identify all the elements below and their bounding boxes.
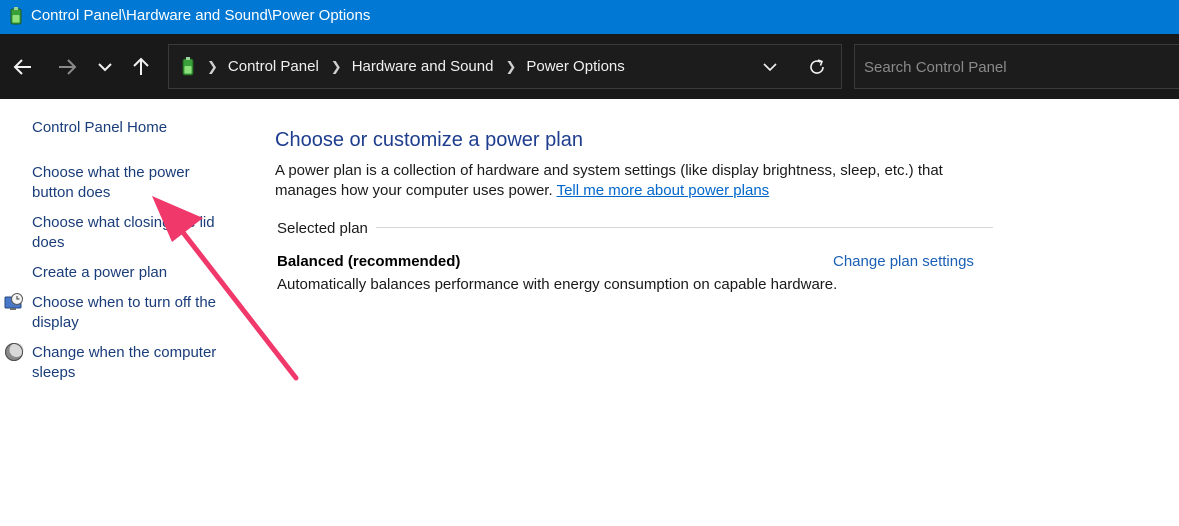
sidebar-item-control-panel-home[interactable]: Control Panel Home: [32, 118, 232, 138]
arrow-left-icon: [13, 59, 31, 75]
selected-plan-label: Selected plan: [277, 219, 376, 239]
arrow-right-icon: [59, 59, 77, 75]
forward-button[interactable]: [54, 54, 80, 80]
window-title: Control Panel\Hardware and Sound\Power O…: [31, 7, 371, 24]
sidebar-item-turn-off-display[interactable]: Choose when to turn off the display: [32, 293, 232, 333]
back-button[interactable]: [10, 54, 36, 80]
up-button[interactable]: [128, 54, 154, 80]
address-bar[interactable]: ❯ Control Panel ❯ Hardware and Sound ❯ P…: [168, 44, 842, 89]
address-dropdown-button[interactable]: [759, 57, 781, 77]
sidebar-item-create-power-plan[interactable]: Create a power plan: [32, 263, 232, 283]
sidebar-item-closing-lid[interactable]: Choose what closing the lid does: [32, 213, 232, 253]
search-input[interactable]: [864, 56, 1164, 78]
display-clock-icon: [4, 293, 23, 310]
breadcrumb-separator-icon[interactable]: ❯: [207, 59, 218, 75]
sidebar-item-power-button[interactable]: Choose what the power button does: [32, 163, 232, 203]
recent-locations-button[interactable]: [92, 54, 118, 80]
breadcrumb-power-options[interactable]: Power Options: [526, 58, 624, 75]
breadcrumb-separator-icon[interactable]: ❯: [331, 59, 342, 75]
power-options-icon: [10, 7, 22, 25]
page-description: A power plan is a collection of hardware…: [275, 161, 975, 201]
page-title: Choose or customize a power plan: [275, 129, 583, 151]
chevron-down-icon: [763, 63, 777, 72]
refresh-button[interactable]: [806, 56, 828, 78]
refresh-icon: [810, 59, 824, 74]
sidebar-item-computer-sleeps[interactable]: Change when the computer sleeps: [32, 343, 232, 383]
navigation-bar: ❯ Control Panel ❯ Hardware and Sound ❯ P…: [0, 34, 1179, 99]
learn-more-link[interactable]: Tell me more about power plans: [557, 182, 770, 199]
chevron-down-icon: [98, 63, 112, 72]
search-box[interactable]: [854, 44, 1179, 89]
change-plan-settings-link[interactable]: Change plan settings: [833, 252, 974, 272]
moon-icon: [5, 343, 24, 361]
breadcrumb: ❯ Control Panel ❯ Hardware and Sound ❯ P…: [207, 45, 637, 88]
breadcrumb-control-panel[interactable]: Control Panel: [228, 58, 319, 75]
plan-name: Balanced (recommended): [277, 253, 461, 270]
arrow-up-icon: [133, 57, 149, 75]
section-divider: [277, 227, 993, 228]
power-options-icon: [182, 57, 194, 76]
breadcrumb-hardware-and-sound[interactable]: Hardware and Sound: [352, 58, 494, 75]
breadcrumb-separator-icon[interactable]: ❯: [505, 59, 516, 75]
plan-description: Automatically balances performance with …: [277, 276, 838, 293]
title-bar: Control Panel\Hardware and Sound\Power O…: [0, 0, 1179, 34]
